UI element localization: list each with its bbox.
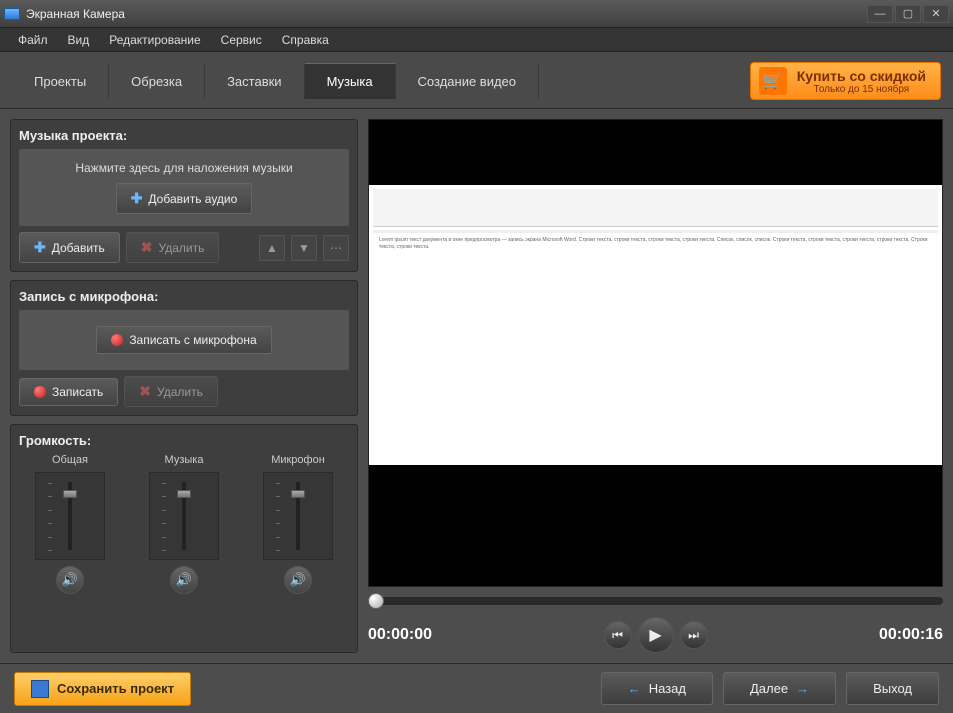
menu-edit[interactable]: Редактирование [99,30,210,50]
close-button[interactable]: ✕ [923,5,949,23]
vol-music-label: Музыка [165,454,204,466]
cart-icon: 🛒 [759,67,787,95]
volume-title: Громкость: [19,433,349,448]
mic-hint: Записать с микрофона [19,310,349,370]
music-hint-text: Нажмите здесь для наложения музыки [27,161,341,175]
maximize-button[interactable]: ▢ [895,5,921,23]
playback-row: 00:00:00 ⏮ ▶ ⏭ 00:00:16 [368,617,943,653]
right-panel: Lorem ipsum текст документа в окне предп… [368,119,943,653]
volume-general: Общая 🔊 [35,454,105,594]
menu-help[interactable]: Справка [272,30,339,50]
menu-service[interactable]: Сервис [211,30,272,50]
slider-thumb[interactable] [63,490,77,498]
vol-general-label: Общая [52,454,88,466]
titlebar: Экранная Камера — ▢ ✕ [0,0,953,28]
plus-icon: ✚ [131,190,143,207]
add-audio-button[interactable]: ✚ Добавить аудио [116,183,253,214]
exit-button[interactable]: Выход [846,672,939,705]
bottom-bar: Сохранить проект ← Назад Далее → Выход [0,663,953,713]
tab-titles[interactable]: Заставки [205,64,304,99]
menu-file[interactable]: Файл [8,30,58,50]
slider-thumb[interactable] [291,490,305,498]
save-label: Сохранить проект [57,681,174,696]
timeline-thumb[interactable] [368,593,384,609]
next-label: Далее [750,681,788,696]
volume-panel: Громкость: Общая 🔊 Музыка 🔊 [10,424,358,653]
promo-button[interactable]: 🛒 Купить со скидкой Только до 15 ноября [750,62,941,100]
record-button[interactable]: Записать [19,378,118,406]
menubar: Файл Вид Редактирование Сервис Справка [0,28,953,52]
promo-title: Купить со скидкой [797,68,926,84]
tab-trim[interactable]: Обрезка [109,64,205,99]
record-mic-label: Записать с микрофона [129,333,256,347]
x-icon: ✖ [141,239,153,256]
x-icon: ✖ [139,383,151,400]
timeline[interactable] [368,597,943,605]
timeline-row [368,597,943,605]
add-label: Добавить [52,241,105,255]
tab-projects[interactable]: Проекты [12,64,109,99]
next-button[interactable]: ⏭ [680,621,708,649]
minimize-button[interactable]: — [867,5,893,23]
play-button[interactable]: ▶ [638,617,674,653]
mic-row-controls: Записать ✖ Удалить [19,376,349,407]
record-mic-button[interactable]: Записать с микрофона [96,326,271,354]
plus-icon: ✚ [34,239,46,256]
volume-mic: Микрофон 🔊 [263,454,333,594]
vol-mic-label: Микрофон [271,454,325,466]
mute-mic-button[interactable]: 🔊 [284,566,312,594]
delete-record-label: Удалить [157,385,203,399]
add-audio-label: Добавить аудио [148,192,237,206]
vol-mic-slider[interactable] [263,472,333,560]
mic-panel: Запись с микрофона: Записать с микрофона… [10,280,358,416]
promo-text: Купить со скидкой Только до 15 ноября [797,68,926,95]
window-controls: — ▢ ✕ [867,5,949,23]
tab-bar: Проекты Обрезка Заставки Музыка Создание… [0,52,953,109]
move-up-button: ▲ [259,235,285,261]
move-down-button: ▼ [291,235,317,261]
preview-content: Lorem ipsum текст документа в окне предп… [369,185,942,465]
delete-label: Удалить [159,241,205,255]
volume-section: Общая 🔊 Музыка 🔊 Микрофон [19,454,349,594]
volume-music: Музыка 🔊 [149,454,219,594]
music-panel-title: Музыка проекта: [19,128,349,143]
menu-view[interactable]: Вид [58,30,100,50]
exit-label: Выход [873,681,912,696]
floppy-icon [31,680,49,698]
music-panel: Музыка проекта: Нажмите здесь для наложе… [10,119,358,272]
back-button[interactable]: ← Назад [601,672,713,705]
vol-music-slider[interactable] [149,472,219,560]
mute-general-button[interactable]: 🔊 [56,566,84,594]
arrow-left-icon: ← [628,681,641,696]
delete-record-button: ✖ Удалить [124,376,218,407]
back-label: Назад [649,681,686,696]
time-current: 00:00:00 [368,626,458,644]
vol-general-slider[interactable] [35,472,105,560]
prev-button[interactable]: ⏮ [604,621,632,649]
tab-music[interactable]: Музыка [305,63,396,99]
play-controls: ⏮ ▶ ⏭ [604,617,708,653]
slider-thumb[interactable] [177,490,191,498]
main-area: Музыка проекта: Нажмите здесь для наложе… [0,109,953,663]
mute-music-button[interactable]: 🔊 [170,566,198,594]
arrow-right-icon: → [796,681,809,696]
app-icon [4,8,20,20]
record-label: Записать [52,385,103,399]
mic-panel-title: Запись с микрофона: [19,289,349,304]
tab-create[interactable]: Создание видео [396,64,539,99]
time-total: 00:00:16 [853,626,943,644]
delete-audio-button: ✖ Удалить [126,232,220,263]
video-preview[interactable]: Lorem ipsum текст документа в окне предп… [368,119,943,587]
next-nav-button[interactable]: Далее → [723,672,836,705]
promo-subtitle: Только до 15 ноября [797,84,926,95]
options-button: ⋯ [323,235,349,261]
window-title: Экранная Камера [26,7,867,21]
add-button[interactable]: ✚ Добавить [19,232,120,263]
left-panel: Музыка проекта: Нажмите здесь для наложе… [10,119,358,653]
save-project-button[interactable]: Сохранить проект [14,672,191,706]
music-row-controls: ✚ Добавить ✖ Удалить ▲ ▼ ⋯ [19,232,349,263]
music-hint[interactable]: Нажмите здесь для наложения музыки ✚ Доб… [19,149,349,226]
